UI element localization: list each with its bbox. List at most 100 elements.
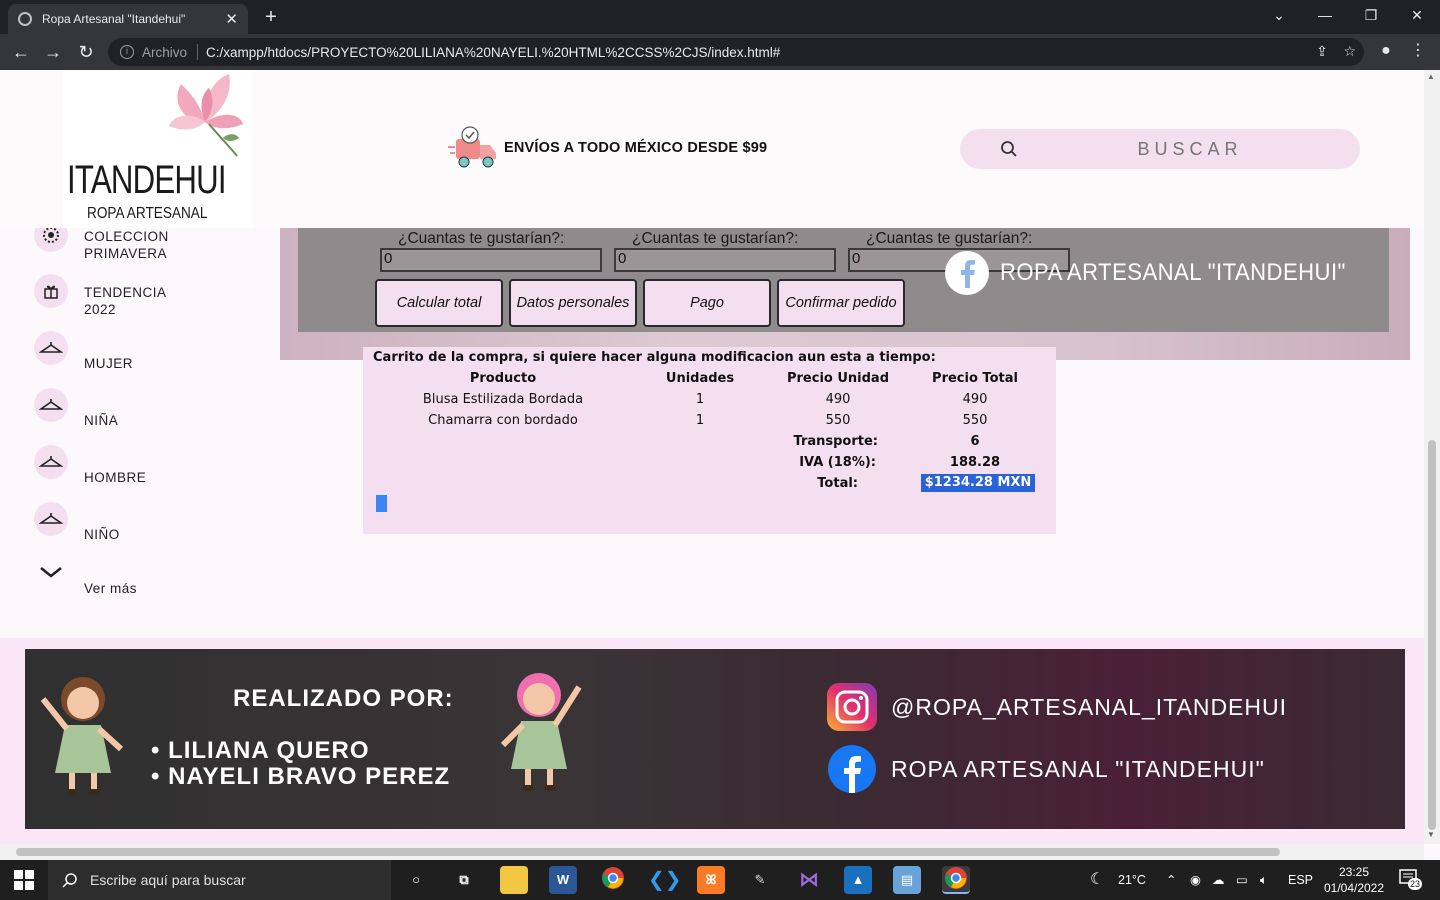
vertical-scrollbar[interactable]: ▲ ▼	[1424, 70, 1440, 844]
taskbar-search-placeholder: Escribe aquí para buscar	[90, 872, 246, 888]
volume-icon[interactable]: 🔈︎	[1260, 860, 1268, 900]
facebook-page-name: ROPA ARTESANAL "ITANDEHUI"	[1000, 259, 1346, 286]
column-header: Precio Unidad	[786, 371, 890, 386]
tab-search-icon[interactable]: ⌄	[1256, 0, 1302, 30]
browser-tab[interactable]: Ropa Artesanal "Itandehui" ✕	[8, 4, 248, 34]
tab-close-icon[interactable]: ✕	[225, 10, 238, 28]
search-bar[interactable]	[960, 129, 1360, 169]
meet-now-icon[interactable]: ◉	[1190, 860, 1201, 900]
forward-button[interactable]: →	[40, 39, 66, 65]
search-icon	[62, 873, 77, 888]
scroll-up-icon[interactable]: ▲	[1427, 72, 1435, 81]
gift-icon	[34, 274, 68, 308]
network-icon[interactable]: ▭	[1236, 860, 1248, 900]
share-icon[interactable]: ⇪	[1316, 43, 1328, 59]
search-icon[interactable]	[1000, 140, 1018, 158]
weather-temperature[interactable]: 21°C	[1118, 860, 1146, 900]
sidebar-item-hombre[interactable]: HOMBRE	[34, 445, 146, 485]
search-input[interactable]	[1040, 129, 1340, 169]
quantity-input[interactable]: 0	[614, 248, 836, 272]
facebook-page-name: ROPA ARTESANAL "ITANDEHUI"	[891, 755, 1265, 782]
back-button[interactable]: ←	[8, 39, 34, 65]
personal-data-button[interactable]: Datos personales	[509, 279, 637, 327]
facebook-icon	[828, 745, 876, 793]
taskbar-search[interactable]: Escribe aquí para buscar	[48, 860, 391, 900]
girl-illustration-icon	[40, 677, 124, 795]
site-header: ITANDEHUI ROPA ARTESANAL ENVÍOS A TODO M…	[0, 70, 1424, 228]
reload-button[interactable]: ↻	[73, 39, 99, 65]
clock-time: 23:25	[1338, 865, 1370, 879]
scrollbar-thumb[interactable]	[16, 848, 1280, 856]
windows-start-icon[interactable]	[14, 870, 34, 890]
restore-button[interactable]: ❐	[1348, 0, 1394, 30]
xampp-icon[interactable]: ꕤ	[697, 866, 725, 894]
category-sidebar: COLECCION PRIMAVERA TENDENCIA 2022 MUJER…	[0, 218, 270, 648]
table-cell-total: 490	[962, 392, 988, 407]
iva-label: IVA (18%):	[799, 455, 876, 470]
instagram-link[interactable]: @ROPA_ARTESANAL_ITANDEHUI	[825, 683, 1287, 731]
clock[interactable]: 23:25 01/04/2022	[1318, 864, 1390, 896]
column-header: Producto	[469, 371, 537, 386]
photos-icon[interactable]: ▲	[844, 866, 872, 894]
task-view-icon[interactable]: ⧉	[450, 866, 478, 894]
quantity-label: ¿Cuantas te gustarían?:	[632, 230, 799, 247]
total-value: $1234.28 MXN	[921, 474, 1035, 492]
clock-date: 01/04/2022	[1323, 881, 1385, 895]
chrome-icon[interactable]	[599, 866, 627, 894]
weather-moon-icon[interactable]: ☾	[1090, 860, 1104, 900]
sidebar-item-nina[interactable]: NIÑA	[34, 388, 118, 428]
scroll-down-icon[interactable]: ▼	[1427, 830, 1435, 839]
profile-icon[interactable]: ●	[1374, 39, 1398, 63]
quantity-label: ¿Cuantas te gustarían?:	[866, 230, 1033, 247]
sidebar-item-label: MUJER	[84, 356, 133, 371]
sidebar-item-mujer[interactable]: MUJER	[34, 331, 133, 371]
omnibox-icons: ⇪ ☆	[1316, 43, 1356, 60]
logo[interactable]: ITANDEHUI ROPA ARTESANAL	[63, 70, 253, 228]
horizontal-scrollbar[interactable]	[0, 844, 1424, 860]
facebook-banner[interactable]: ROPA ARTESANAL "ITANDEHUI"	[944, 250, 1376, 296]
notepad-icon[interactable]: ▤	[893, 866, 921, 894]
payment-button[interactable]: Pago	[643, 279, 771, 327]
cortana-icon[interactable]: ○	[402, 866, 430, 894]
minimize-button[interactable]: —	[1302, 0, 1348, 30]
hanger-icon	[34, 502, 68, 536]
file-explorer-icon[interactable]	[500, 866, 528, 894]
word-icon[interactable]: W	[549, 866, 577, 894]
vscode-icon[interactable]: ❮❯	[648, 866, 682, 894]
table-cell-units: 1	[695, 392, 705, 407]
facebook-link[interactable]: ROPA ARTESANAL "ITANDEHUI"	[825, 745, 1265, 793]
bookmark-star-icon[interactable]: ☆	[1343, 43, 1356, 59]
total-label: Total:	[817, 476, 858, 491]
language-indicator[interactable]: ESP	[1288, 860, 1313, 900]
table-cell-product: Blusa Estilizada Bordada	[422, 392, 584, 407]
notification-count: 23	[1408, 878, 1423, 890]
girl-pink-hair-illustration-icon	[500, 673, 582, 791]
sidebar-item-ver-mas[interactable]: Ver más	[34, 562, 137, 596]
notifications-icon[interactable]: 23	[1398, 868, 1423, 892]
tray-chevron-up-icon[interactable]: ⌃	[1166, 860, 1176, 900]
scrollbar-thumb[interactable]	[1428, 440, 1436, 830]
table-cell-units: 1	[695, 413, 705, 428]
globe-icon	[18, 12, 32, 26]
onedrive-cloud-icon[interactable]: ☁	[1212, 860, 1225, 900]
close-window-button[interactable]: ✕	[1394, 0, 1440, 30]
info-icon[interactable]: i	[120, 45, 134, 59]
instagram-handle: @ROPA_ARTESANAL_ITANDEHUI	[891, 693, 1287, 720]
confirm-order-button[interactable]: Confirmar pedido	[777, 279, 905, 327]
address-bar[interactable]: i Archivo C:/xampp/htdocs/PROYECTO%20LIL…	[108, 38, 1364, 66]
chrome-active-icon[interactable]	[942, 866, 970, 894]
browser-tab-strip: Ropa Artesanal "Itandehui" ✕ + ⌄ — ❐ ✕	[0, 0, 1440, 34]
shopping-cart: Carrito de la compra, si quiere hacer al…	[363, 347, 1056, 534]
visual-studio-icon[interactable]: ⋈	[795, 866, 823, 894]
sidebar-item-nino[interactable]: NIÑO	[34, 502, 119, 542]
calculate-total-button[interactable]: Calcular total	[375, 279, 503, 327]
text-cursor	[376, 495, 387, 512]
product-panel: ¿Cuantas te gustarían?: ¿Cuantas te gust…	[298, 228, 1389, 332]
new-tab-button[interactable]: +	[258, 4, 284, 30]
quantity-input[interactable]: 0	[380, 248, 602, 272]
sidebar-item-tendencia-2022[interactable]: TENDENCIA 2022	[34, 274, 166, 317]
paint-icon[interactable]: ✎	[746, 866, 774, 894]
url-text[interactable]: C:/xampp/htdocs/PROYECTO%20LILIANA%20NAY…	[206, 45, 780, 60]
browser-menu-icon[interactable]: ⋮	[1406, 39, 1430, 63]
author-name: • LILIANA QUERO	[151, 737, 370, 764]
